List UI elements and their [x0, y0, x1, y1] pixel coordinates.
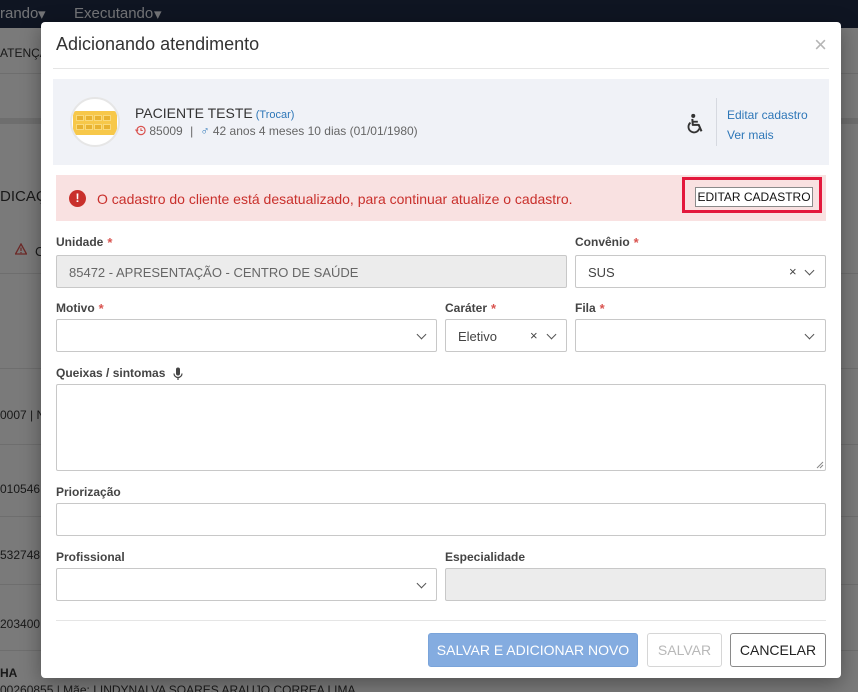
- character-value: Eletivo: [458, 329, 498, 344]
- professional-select[interactable]: [56, 568, 437, 601]
- patient-avatar: [70, 97, 120, 147]
- outdated-registration-alert: ! O cadastro do cliente está desatualiza…: [56, 175, 826, 221]
- complaints-label: Queixas / sintomas: [56, 366, 183, 381]
- reason-label: Motivo *: [56, 301, 104, 316]
- unit-field: 85472 - APRESENTAÇÃO - CENTRO DE SAÚDE: [56, 255, 567, 288]
- save-and-add-new-button[interactable]: SALVAR E ADICIONAR NOVO: [428, 633, 638, 667]
- queue-select[interactable]: [575, 319, 826, 352]
- alert-button-highlight: EDITAR CADASTRO: [682, 177, 822, 213]
- patient-name: PACIENTE TESTE: [135, 105, 253, 121]
- specialty-label: Especialidade: [445, 550, 526, 564]
- chevron-down-icon: [546, 329, 557, 340]
- edit-registration-button[interactable]: EDITAR CADASTRO: [695, 187, 813, 207]
- close-icon[interactable]: ×: [814, 34, 827, 56]
- insurance-label: Convênio *: [575, 235, 639, 250]
- history-icon: [135, 125, 146, 136]
- specialty-field: [445, 568, 826, 601]
- chevron-down-icon: [416, 329, 427, 340]
- patient-card: PACIENTE TESTE (Trocar) 85009 | ♂ 42 anos…: [53, 79, 829, 165]
- footer-divider: [56, 620, 826, 621]
- save-button[interactable]: SALVAR: [647, 633, 722, 667]
- character-select[interactable]: Eletivo ×: [445, 319, 567, 352]
- chevron-down-icon: [804, 329, 815, 340]
- prioritization-input[interactable]: [56, 503, 826, 536]
- microphone-icon[interactable]: [173, 367, 183, 381]
- exclamation-circle-icon: !: [69, 190, 86, 207]
- cancel-button[interactable]: CANCELAR: [730, 633, 826, 667]
- chevron-down-icon: [804, 265, 815, 276]
- patient-info: 85009 | ♂ 42 anos 4 meses 10 dias (01/01…: [135, 124, 418, 138]
- unit-label: Unidade *: [56, 235, 113, 250]
- patient-name-row: PACIENTE TESTE (Trocar): [135, 105, 294, 121]
- reason-select[interactable]: [56, 319, 437, 352]
- clear-icon[interactable]: ×: [789, 264, 797, 279]
- patient-age: 42 anos 4 meses 10 dias (01/01/1980): [212, 124, 418, 138]
- header-divider: [53, 68, 829, 69]
- prioritization-label: Priorização: [56, 485, 121, 499]
- male-icon: ♂: [200, 124, 210, 138]
- queue-label: Fila *: [575, 301, 605, 316]
- complaints-textarea[interactable]: [56, 384, 826, 471]
- character-label: Caráter *: [445, 301, 497, 316]
- alert-message: O cadastro do cliente está desatualizado…: [97, 191, 573, 207]
- patient-code: 85009: [149, 124, 183, 138]
- edit-registration-link[interactable]: Editar cadastro: [727, 108, 808, 122]
- chevron-down-icon: [416, 578, 427, 589]
- info-separator: |: [190, 124, 194, 138]
- card-divider: [716, 98, 717, 146]
- see-more-link[interactable]: Ver mais: [727, 128, 774, 142]
- clear-icon[interactable]: ×: [530, 328, 538, 343]
- swap-patient-link[interactable]: (Trocar): [256, 109, 295, 121]
- modal-title: Adicionando atendimento: [56, 34, 260, 54]
- wheelchair-icon: [687, 113, 703, 134]
- professional-label: Profissional: [56, 550, 125, 564]
- unit-value: 85472 - APRESENTAÇÃO - CENTRO DE SAÚDE: [69, 265, 359, 280]
- resize-handle-icon[interactable]: [816, 461, 824, 469]
- add-appointment-modal: Adicionando atendimento × PACIENTE TESTE…: [41, 22, 841, 678]
- insurance-value: SUS: [588, 265, 615, 280]
- insurance-select[interactable]: SUS ×: [575, 255, 826, 288]
